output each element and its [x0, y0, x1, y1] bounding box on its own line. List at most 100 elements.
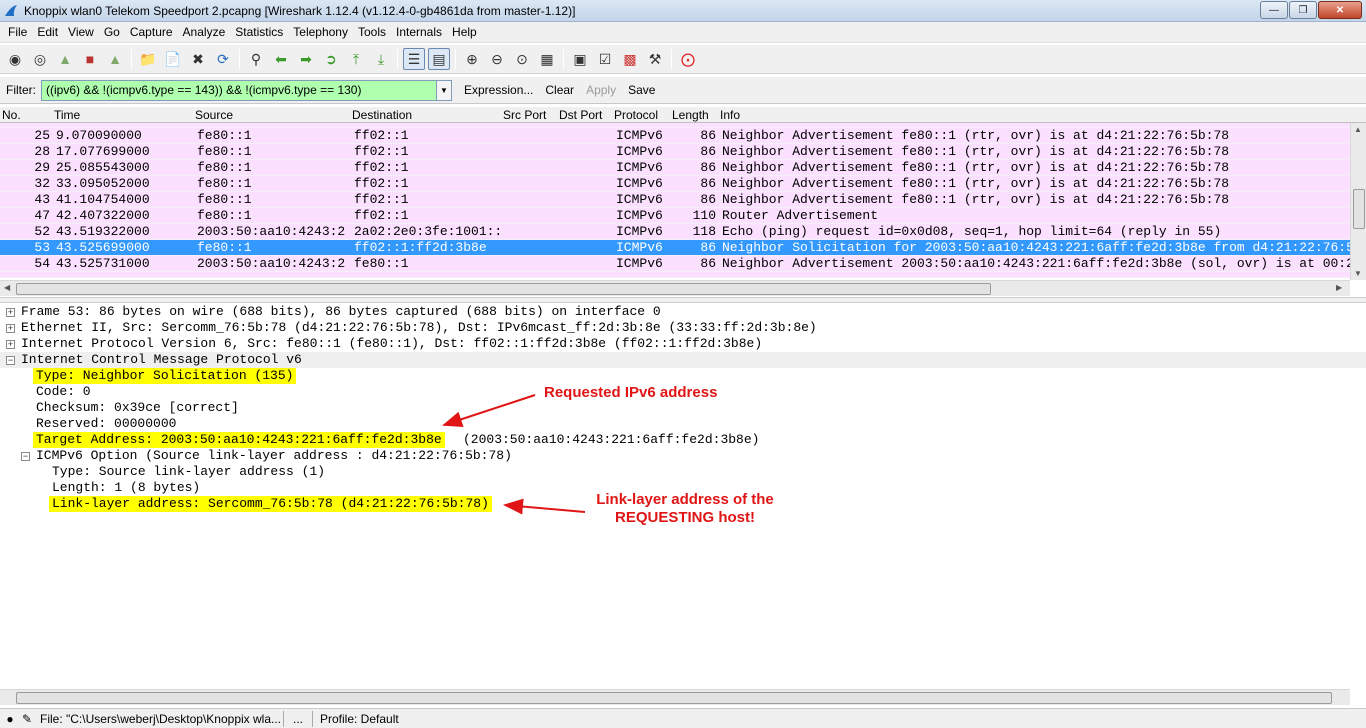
close-button[interactable]: ✕ [1318, 1, 1362, 19]
options-button[interactable]: ◎ [29, 48, 51, 70]
scroll-right-icon[interactable]: ▶ [1336, 283, 1342, 292]
expand-plus-icon[interactable]: + [6, 308, 15, 317]
detail-icmpv6-option[interactable]: − ICMPv6 Option (Source link-layer addre… [0, 448, 1366, 464]
packet-destination: 2a02:2e0:3fe:1001:: [354, 224, 502, 239]
capture-comment-icon[interactable]: ✎ [20, 712, 34, 726]
detail-type[interactable]: Type: Neighbor Solicitation (135) [0, 368, 1366, 384]
expression-button[interactable]: Expression... [458, 83, 539, 97]
menu-statistics[interactable]: Statistics [230, 25, 288, 39]
colorize-button[interactable]: ☰ [403, 48, 425, 70]
expand-plus-icon[interactable]: + [6, 340, 15, 349]
coloring-rules-button[interactable]: ▩ [619, 48, 641, 70]
packet-row-partial[interactable] [0, 272, 1350, 278]
packet-row[interactable]: 54 43.525731000 2003:50:aa10:4243:2 fe80… [0, 256, 1350, 272]
detail-target-address[interactable]: Target Address: 2003:50:aa10:4243:221:6a… [0, 432, 1366, 448]
menu-tools[interactable]: Tools [353, 25, 391, 39]
packet-list-vertical-scrollbar[interactable]: ▲ ▼ [1350, 123, 1366, 280]
last-packet-button[interactable]: ⤓ [370, 48, 392, 70]
menu-edit[interactable]: Edit [32, 25, 63, 39]
scroll-down-icon[interactable]: ▼ [1354, 269, 1362, 278]
detail-ipv6[interactable]: + Internet Protocol Version 6, Src: fe80… [0, 336, 1366, 352]
detail-checksum[interactable]: Checksum: 0x39ce [correct] [0, 400, 1366, 416]
menu-telephony[interactable]: Telephony [288, 25, 353, 39]
column-time[interactable]: Time [54, 108, 80, 122]
autoscroll-button[interactable]: ▤ [428, 48, 450, 70]
go-to-packet-button[interactable]: ➲ [320, 48, 342, 70]
expert-info-icon[interactable]: ● [3, 712, 17, 726]
close-file-button[interactable]: ✖ [187, 48, 209, 70]
packet-row[interactable]: 25 9.070090000 fe80::1 ff02::1 ICMPv6 86… [0, 128, 1350, 144]
apply-button[interactable]: Apply [580, 83, 622, 97]
collapse-minus-icon[interactable]: − [21, 452, 30, 461]
detail-ethernet[interactable]: + Ethernet II, Src: Sercomm_76:5b:78 (d4… [0, 320, 1366, 336]
capture-filters-button[interactable]: ▣ [569, 48, 591, 70]
display-filter-input[interactable]: ((ipv6) && !(icmpv6.type == 143)) && !(i… [41, 79, 437, 101]
column-no[interactable]: No. [2, 108, 21, 122]
expand-plus-icon[interactable]: + [6, 324, 15, 333]
column-length[interactable]: Length [672, 108, 709, 122]
open-button[interactable]: 📁 [137, 48, 159, 70]
details-horizontal-scrollbar[interactable] [0, 689, 1350, 705]
resize-columns-button[interactable]: ▦ [536, 48, 558, 70]
first-packet-button[interactable]: ⤒ [345, 48, 367, 70]
restore-icon: ❐ [1298, 4, 1308, 16]
status-profile[interactable]: Profile: Default [320, 712, 399, 726]
packet-row[interactable]: 52 43.519322000 2003:50:aa10:4243:2 2a02… [0, 224, 1350, 240]
packet-row-selected[interactable]: 53 43.525699000 fe80::1 ff02::1:ff2d:3b8… [0, 240, 1350, 256]
normal-size-button[interactable]: ⊙ [511, 48, 533, 70]
display-filters-button[interactable]: ☑ [594, 48, 616, 70]
go-back-button[interactable]: ⬅ [270, 48, 292, 70]
column-destination[interactable]: Destination [352, 108, 412, 122]
column-source[interactable]: Source [195, 108, 233, 122]
go-forward-button[interactable]: ➡ [295, 48, 317, 70]
restart-capture-button[interactable]: ▲ [104, 48, 126, 70]
save-filter-button[interactable]: Save [622, 83, 661, 97]
find-button[interactable]: ⚲ [245, 48, 267, 70]
packet-source: fe80::1 [197, 176, 252, 191]
help-button[interactable]: ⨀ [677, 48, 699, 70]
clear-button[interactable]: Clear [539, 83, 580, 97]
column-protocol[interactable]: Protocol [614, 108, 658, 122]
scroll-left-icon[interactable]: ◀ [4, 283, 10, 292]
zoom-normal-icon: ⊙ [516, 50, 528, 67]
packet-list-horizontal-scrollbar[interactable]: ◀ ▶ [0, 280, 1350, 296]
detail-frame[interactable]: + Frame 53: 86 bytes on wire (688 bits),… [0, 304, 1366, 320]
scroll-up-icon[interactable]: ▲ [1354, 125, 1362, 134]
collapse-minus-icon[interactable]: − [6, 356, 15, 365]
detail-lladdr-text: Link-layer address: Sercomm_76:5b:78 (d4… [49, 496, 492, 512]
packet-length: 86 [700, 176, 716, 191]
menu-go[interactable]: Go [99, 25, 125, 39]
menu-view[interactable]: View [63, 25, 99, 39]
packet-row[interactable]: 29 25.085543000 fe80::1 ff02::1 ICMPv6 8… [0, 160, 1350, 176]
menu-internals[interactable]: Internals [391, 25, 447, 39]
detail-icmpv6[interactable]: − Internet Control Message Protocol v6 [0, 352, 1366, 368]
filter-dropdown-button[interactable]: ▼ [437, 79, 452, 101]
zoom-out-button[interactable]: ⊖ [486, 48, 508, 70]
column-src-port[interactable]: Src Port [503, 108, 546, 122]
reload-button[interactable]: ⟳ [212, 48, 234, 70]
zoom-in-button[interactable]: ⊕ [461, 48, 483, 70]
detail-reserved[interactable]: Reserved: 00000000 [0, 416, 1366, 432]
maximize-button[interactable]: ❐ [1289, 1, 1317, 19]
detail-option-type[interactable]: Type: Source link-layer address (1) [0, 464, 1366, 480]
packet-row[interactable]: 47 42.407322000 fe80::1 ff02::1 ICMPv6 1… [0, 208, 1350, 224]
menu-file[interactable]: File [3, 25, 32, 39]
stop-capture-button[interactable]: ■ [79, 48, 101, 70]
packet-row[interactable]: 43 41.104754000 fe80::1 ff02::1 ICMPv6 8… [0, 192, 1350, 208]
save-file-button[interactable]: 📄 [162, 48, 184, 70]
menu-help[interactable]: Help [447, 25, 482, 39]
preferences-button[interactable]: ⚒ [644, 48, 666, 70]
packet-row[interactable]: 32 33.095052000 fe80::1 ff02::1 ICMPv6 8… [0, 176, 1350, 192]
menu-analyze[interactable]: Analyze [178, 25, 231, 39]
menu-capture[interactable]: Capture [125, 25, 178, 39]
start-capture-button[interactable]: ▲ [54, 48, 76, 70]
scrollbar-thumb[interactable] [1353, 189, 1365, 229]
scrollbar-thumb[interactable] [16, 692, 1332, 704]
interfaces-button[interactable]: ◉ [4, 48, 26, 70]
pane-splitter[interactable] [0, 297, 1366, 303]
column-info[interactable]: Info [720, 108, 740, 122]
scrollbar-thumb[interactable] [16, 283, 991, 295]
column-dst-port[interactable]: Dst Port [559, 108, 602, 122]
minimize-button[interactable]: — [1260, 1, 1288, 19]
packet-row[interactable]: 28 17.077699000 fe80::1 ff02::1 ICMPv6 8… [0, 144, 1350, 160]
